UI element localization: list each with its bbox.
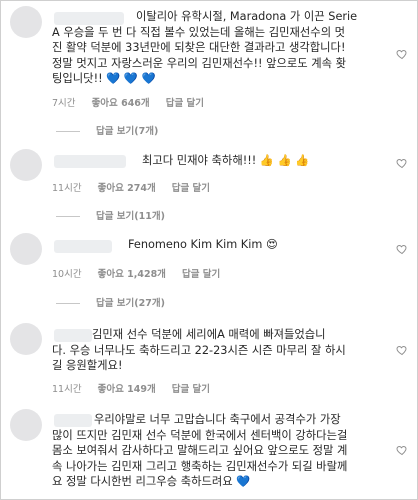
view-replies-button[interactable]: 답글 보기(7개) (56, 123, 158, 137)
likes-count[interactable]: 좋아요 1,428개 (98, 269, 166, 280)
comment-meta: 7시간 좋아요 646개 답글 달기 (52, 95, 217, 109)
avatar[interactable] (10, 323, 42, 355)
comment-text: 이탈리아 유학시절, Maradona 가 이끈 Serie A 우승을 두 번… (52, 10, 358, 86)
comment-text: Fenomeno Kim Kim Kim 😍 (128, 238, 278, 251)
comment-meta: 10시간 좋아요 1,428개 답글 달기 (52, 266, 233, 280)
likes-count[interactable]: 좋아요 274개 (98, 183, 156, 194)
comment-time: 11시간 (52, 384, 82, 395)
heart-outline-icon[interactable] (396, 344, 408, 356)
likes-count[interactable]: 좋아요 149개 (98, 384, 156, 395)
comment-time: 7시간 (52, 98, 76, 109)
comment-meta: 11시간 좋아요 149개 답글 달기 (52, 381, 223, 395)
reply-button[interactable]: 답글 달기 (172, 183, 210, 194)
divider (56, 303, 80, 304)
view-replies-button[interactable]: 답글 보기(11개) (56, 208, 165, 222)
comment-text: 최고다 민재야 축하해!!! 👍 👍 👍 (142, 154, 310, 167)
avatar[interactable] (10, 233, 42, 265)
comment-time: 11시간 (52, 183, 82, 194)
divider (56, 216, 80, 217)
divider (56, 131, 80, 132)
reply-button[interactable]: 답글 달기 (172, 384, 210, 395)
avatar[interactable] (10, 6, 42, 38)
comment-text: 우리야말로 너무 고맙습니다 축구에서 공격수가 가장 많이 뜨지만 김민재 선… (52, 413, 348, 489)
comment-text: 김민재 선수 덕분에 세리에A 매력에 빠져들었습니 다. 우승 너무나도 축하… (52, 328, 346, 373)
heart-outline-icon[interactable] (396, 444, 408, 456)
reply-button[interactable]: 답글 달기 (166, 98, 204, 109)
avatar[interactable] (10, 149, 42, 181)
comment-time: 10시간 (52, 269, 82, 280)
comment-meta: 11시간 좋아요 274개 답글 달기 (52, 180, 223, 194)
reply-button[interactable]: 답글 달기 (182, 269, 220, 280)
view-replies-button[interactable]: 답글 보기(27개) (56, 295, 165, 309)
avatar[interactable] (10, 409, 42, 441)
heart-outline-icon[interactable] (396, 243, 408, 255)
likes-count[interactable]: 좋아요 646개 (92, 98, 150, 109)
heart-outline-icon[interactable] (396, 157, 408, 169)
heart-outline-icon[interactable] (396, 48, 408, 60)
